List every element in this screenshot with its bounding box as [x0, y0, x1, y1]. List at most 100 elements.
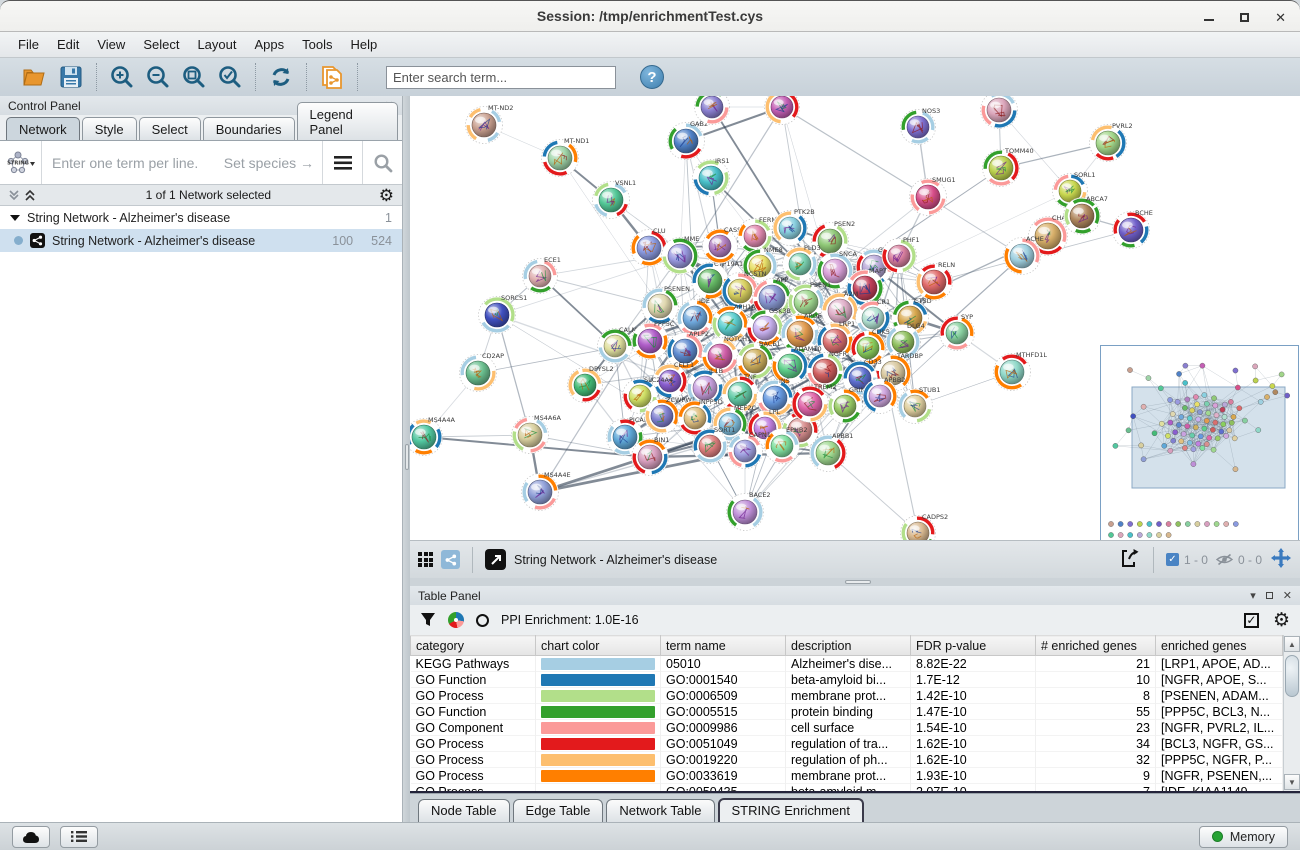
scroll-down-icon[interactable]: ▼	[1284, 774, 1300, 790]
draw-charts-icon[interactable]	[448, 612, 464, 628]
network-node-bche[interactable]: BCHE	[1113, 209, 1153, 249]
table-row[interactable]: GO ProcessGO:0006509membrane prot...1.42…	[411, 688, 1283, 704]
menu-file[interactable]: File	[10, 34, 47, 55]
string-query-input[interactable]: Enter one term per line.	[42, 155, 224, 171]
table-row[interactable]: KEGG Pathways05010Alzheimer's dise...8.8…	[411, 656, 1283, 672]
enrichment-table[interactable]: categorychart colorterm namedescriptionF…	[410, 635, 1283, 793]
table-row[interactable]: GO FunctionGO:0001540beta-amyloid bi...1…	[411, 672, 1283, 688]
minimize-button[interactable]	[1204, 11, 1214, 24]
task-list-button[interactable]	[60, 826, 98, 848]
network-node-adamts2[interactable]: ADAMTS2	[981, 96, 1035, 129]
filter-icon[interactable]	[420, 612, 436, 628]
column-header-3[interactable]: term name	[661, 636, 786, 656]
tab-edge-table[interactable]: Edge Table	[513, 799, 604, 822]
network-node-mt-nd2[interactable]: MT-ND2	[466, 104, 514, 144]
network-node-nos3[interactable]: NOS3	[901, 107, 941, 145]
table-vertical-scrollbar[interactable]: ▲ ▼	[1283, 635, 1300, 791]
network-node-mt-nd1[interactable]: MT-ND1	[542, 137, 590, 177]
vertical-splitter-grip[interactable]	[405, 444, 409, 470]
table-row[interactable]: GO ComponentGO:0009986cell surface1.54E-…	[411, 720, 1283, 736]
close-button[interactable]: ✕	[1275, 11, 1286, 24]
memory-button[interactable]: Memory	[1199, 826, 1288, 848]
navigate-icon[interactable]	[1270, 547, 1292, 572]
network-node-plau[interactable]: PLAU	[695, 96, 734, 125]
network-panel-gear-icon[interactable]: ⚙	[379, 187, 394, 204]
network-node-ms4a4e[interactable]: MS4A4E	[522, 471, 571, 511]
table-row[interactable]: GO FunctionGO:0005515protein binding1.47…	[411, 704, 1283, 720]
help-icon[interactable]: ?	[640, 65, 664, 89]
export-network-icon[interactable]	[1119, 547, 1141, 572]
network-row[interactable]: String Network - Alzheimer's disease 100…	[0, 229, 402, 252]
tab-legend-panel[interactable]: Legend Panel	[297, 102, 398, 140]
column-header-6[interactable]: # enriched genes	[1036, 636, 1156, 656]
scrollbar-thumb[interactable]	[1285, 655, 1299, 697]
string-logo-dropdown[interactable]: STRING	[0, 141, 42, 184]
network-node-syp[interactable]: SYP	[940, 313, 975, 351]
menu-edit[interactable]: Edit	[49, 34, 87, 55]
table-row[interactable]: GO ProcessGO:0033619membrane prot...1.93…	[411, 768, 1283, 784]
maximize-button[interactable]	[1240, 11, 1249, 24]
column-header-2[interactable]: chart color	[536, 636, 661, 656]
network-node-bace2[interactable]: BACE2	[727, 491, 771, 531]
network-node-irs1[interactable]: IRS1	[693, 157, 730, 197]
network-node-stub1[interactable]: STUB1	[898, 386, 941, 424]
menu-layout[interactable]: Layout	[189, 34, 244, 55]
tab-boundaries[interactable]: Boundaries	[203, 117, 295, 140]
tab-style[interactable]: Style	[82, 117, 137, 140]
network-node-ece1[interactable]: ECE1	[523, 256, 561, 294]
network-node-ms4a4a[interactable]: MS4A4A	[410, 416, 455, 456]
tab-select[interactable]: Select	[139, 117, 201, 140]
task-history-button[interactable]	[12, 826, 50, 848]
table-row[interactable]: GO ProcessGO:0019220regulation of ph...1…	[411, 752, 1283, 768]
network-node-phf1[interactable]: PHF1	[882, 236, 920, 274]
grid-view-icon[interactable]	[418, 552, 433, 567]
zoom-out-icon[interactable]	[145, 64, 171, 90]
tab-network-table[interactable]: Network Table	[606, 799, 714, 822]
birds-eye-view[interactable]	[1100, 345, 1299, 544]
network-node-dpysl2[interactable]: DPYSL2	[568, 365, 614, 403]
column-header-7[interactable]: enriched genes	[1156, 636, 1283, 656]
set-species-link[interactable]: Set species →	[224, 155, 322, 171]
table-row[interactable]: GO ProcessGO:0050435beta-amyloid m...2.0…	[411, 784, 1283, 794]
string-search-icon[interactable]	[362, 141, 402, 184]
string-options-icon[interactable]	[322, 141, 362, 184]
collapse-icon[interactable]	[10, 215, 20, 221]
column-header-4[interactable]: description	[786, 636, 911, 656]
network-node-tomm40[interactable]: TOMM40	[983, 147, 1034, 187]
select-all-icon[interactable]: ✓	[1244, 613, 1259, 628]
column-header-1[interactable]: category	[411, 636, 536, 656]
network-node-hfe[interactable]: HFE	[765, 96, 800, 125]
share-network-icon[interactable]	[441, 550, 460, 569]
network-node-ache[interactable]: ACHE	[1004, 235, 1044, 275]
close-table-panel-icon[interactable]: ✕	[1283, 589, 1292, 602]
open-file-button[interactable]	[22, 64, 48, 90]
open-in-new-window-icon[interactable]	[485, 549, 506, 570]
network-node-mthfd1l[interactable]: MTHFD1L	[994, 351, 1048, 391]
reset-charts-icon[interactable]	[476, 614, 489, 627]
menu-help[interactable]: Help	[343, 34, 386, 55]
save-session-button[interactable]	[58, 64, 84, 90]
maximize-table-panel-icon[interactable]	[1266, 592, 1273, 599]
network-node-pvrl2[interactable]: PVRL2	[1090, 122, 1133, 162]
refresh-icon[interactable]	[268, 64, 294, 90]
column-header-5[interactable]: FDR p-value	[911, 636, 1036, 656]
network-from-file-icon[interactable]	[319, 64, 345, 90]
float-table-panel-icon[interactable]: ▾	[1250, 589, 1256, 602]
network-node-reln[interactable]: RELN	[916, 261, 956, 301]
menu-apps[interactable]: Apps	[247, 34, 293, 55]
network-node-sorcs1[interactable]: SORCS1	[479, 294, 528, 334]
network-collection-row[interactable]: String Network - Alzheimer's disease 1	[0, 206, 402, 229]
search-input[interactable]	[386, 66, 616, 89]
tab-string-enrichment[interactable]: STRING Enrichment	[718, 798, 864, 822]
scroll-up-icon[interactable]: ▲	[1284, 636, 1300, 652]
table-row[interactable]: GO ProcessGO:0051049regulation of tra...…	[411, 736, 1283, 752]
network-node-cadps2[interactable]: CADPS2	[901, 513, 949, 540]
network-node-gab2[interactable]: GAB2	[668, 120, 709, 160]
horizontal-splitter-grip[interactable]	[845, 580, 871, 584]
menu-view[interactable]: View	[89, 34, 133, 55]
network-node-cd2ap[interactable]: CD2AP	[460, 352, 505, 392]
network-node-vsnl1[interactable]: VSNL1	[593, 179, 637, 219]
menu-select[interactable]: Select	[135, 34, 187, 55]
zoom-selected-icon[interactable]	[217, 64, 243, 90]
menu-tools[interactable]: Tools	[294, 34, 340, 55]
